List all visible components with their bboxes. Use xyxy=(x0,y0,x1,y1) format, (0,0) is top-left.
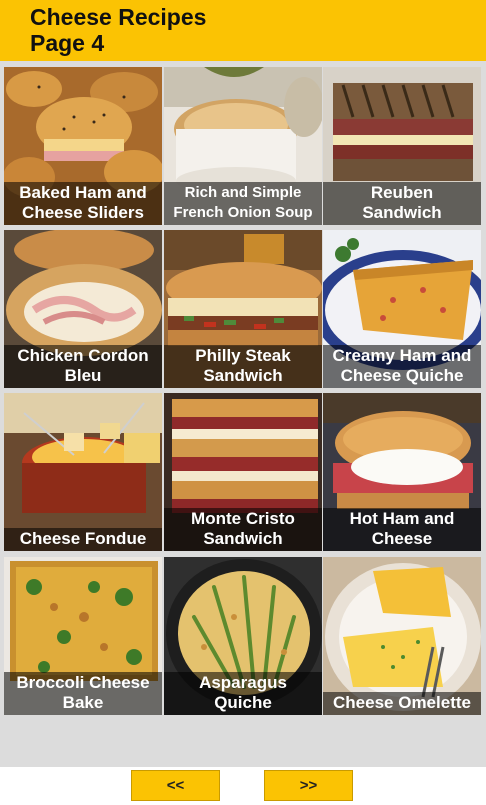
recipe-title: Rich and Simple French Onion Soup xyxy=(164,182,322,225)
recipe-title: Monte Cristo Sandwich xyxy=(164,508,322,551)
recipe-card-hot-ham-cheese[interactable]: Hot Ham and Cheese xyxy=(323,393,481,551)
recipe-card-french-onion-soup[interactable]: Rich and Simple French Onion Soup xyxy=(164,67,322,225)
recipe-card-reuben-sandwich[interactable]: Reuben Sandwich xyxy=(323,67,481,225)
recipe-card-ham-cheese-sliders[interactable]: Baked Ham and Cheese Sliders xyxy=(4,67,162,225)
recipe-title: Chicken Cordon Bleu xyxy=(4,345,162,388)
page-title: Cheese Recipes Page 4 xyxy=(30,4,207,56)
recipe-card-broccoli-cheese-bake[interactable]: Broccoli Cheese Bake xyxy=(4,557,162,715)
recipe-title: Reuben Sandwich xyxy=(323,182,481,225)
recipe-title: Hot Ham and Cheese xyxy=(323,508,481,551)
recipe-card-chicken-cordon-bleu[interactable]: Chicken Cordon Bleu xyxy=(4,230,162,388)
recipe-title: Cheese Omelette xyxy=(323,692,481,715)
recipe-title: Creamy Ham and Cheese Quiche xyxy=(323,345,481,388)
recipe-title: Philly Steak Sandwich xyxy=(164,345,322,388)
recipe-card-cheese-omelette[interactable]: Cheese Omelette xyxy=(323,557,481,715)
previous-page-button[interactable]: << xyxy=(131,770,220,801)
recipe-card-philly-steak-sandwich[interactable]: Philly Steak Sandwich xyxy=(164,230,322,388)
recipe-title: Baked Ham and Cheese Sliders xyxy=(4,182,162,225)
recipe-card-asparagus-quiche[interactable]: Asparagus Quiche xyxy=(164,557,322,715)
next-page-button[interactable]: >> xyxy=(264,770,353,801)
recipe-title: Asparagus Quiche xyxy=(164,672,322,715)
recipe-title: Cheese Fondue xyxy=(4,528,162,551)
recipe-card-cheese-fondue[interactable]: Cheese Fondue xyxy=(4,393,162,551)
recipe-card-ham-cheese-quiche[interactable]: Creamy Ham and Cheese Quiche xyxy=(323,230,481,388)
recipe-card-monte-cristo-sandwich[interactable]: Monte Cristo Sandwich xyxy=(164,393,322,551)
pagination-bar: << >> xyxy=(0,767,486,805)
recipe-grid: Baked Ham and Cheese Sliders Rich and Si… xyxy=(0,61,486,767)
app-header: Cheese Recipes Page 4 xyxy=(0,0,486,61)
recipe-title: Broccoli Cheese Bake xyxy=(4,672,162,715)
